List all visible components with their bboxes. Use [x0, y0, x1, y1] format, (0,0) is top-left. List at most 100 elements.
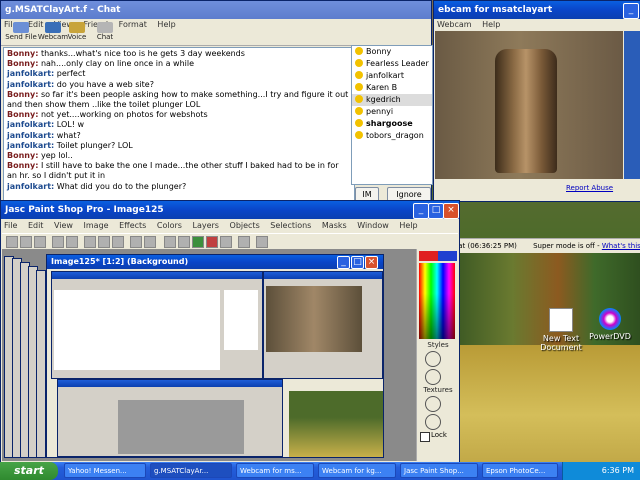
menu-view[interactable]: View: [54, 221, 73, 230]
new-file-icon[interactable]: [6, 236, 18, 248]
chat-button[interactable]: Chat: [85, 21, 125, 41]
minimize-button[interactable]: _: [413, 203, 429, 219]
menu-selections[interactable]: Selections: [270, 221, 311, 230]
image-titlebar[interactable]: Image125* [1:2] (Background): [47, 255, 383, 269]
chat-message: Bonny: thanks...what's nice too is he ge…: [7, 49, 245, 58]
report-abuse-link[interactable]: Report Abuse: [566, 184, 640, 192]
redo-icon[interactable]: [66, 236, 78, 248]
menu-help[interactable]: Help: [399, 221, 417, 230]
texture-swatch-icon[interactable]: [425, 414, 441, 430]
nested-chat-log: [54, 290, 220, 370]
user-list-item[interactable]: Fearless Leader: [352, 58, 432, 70]
text-document-icon: [549, 308, 573, 332]
minimize-button[interactable]: _: [337, 256, 350, 269]
taskbar-item[interactable]: Jasc Paint Shop...: [400, 463, 478, 478]
taskbar-item[interactable]: Webcam for kg...: [318, 463, 396, 478]
foreground-background-swatch[interactable]: [419, 251, 457, 261]
user-status-icon: [355, 131, 363, 139]
styles-swatch-icon[interactable]: [425, 369, 441, 385]
texture-swatch-icon[interactable]: [425, 396, 441, 412]
grid-icon[interactable]: [220, 236, 232, 248]
user-list-item[interactable]: Karen B: [352, 82, 432, 94]
voice-icon: [69, 22, 85, 33]
paste-icon[interactable]: [112, 236, 124, 248]
preview-icon[interactable]: [144, 236, 156, 248]
chat-message: janfolkart: Toilet plunger? LOL: [7, 140, 133, 150]
image-canvas[interactable]: [49, 271, 383, 457]
taskbar-item[interactable]: Webcam for ms...: [236, 463, 314, 478]
taskbar-item[interactable]: Yahoo! Messen...: [64, 463, 146, 478]
menu-layers[interactable]: Layers: [192, 221, 218, 230]
print-icon[interactable]: [130, 236, 142, 248]
lock-label: Lock: [431, 431, 447, 439]
menu-effects[interactable]: Effects: [119, 221, 146, 230]
taskbar: start Yahoo! Messen... g.MSATClayAr... W…: [0, 462, 640, 480]
menu-window[interactable]: Window: [357, 221, 389, 230]
user-status-icon: [355, 107, 363, 115]
menu-edit[interactable]: Edit: [28, 221, 44, 230]
menu-help[interactable]: Help: [482, 20, 500, 29]
menu-objects[interactable]: Objects: [230, 221, 260, 230]
chat-message: janfolkart: LOL! w: [7, 120, 85, 130]
browse-icon[interactable]: [164, 236, 176, 248]
user-list-item[interactable]: Bonny: [352, 46, 432, 58]
send-file-icon: [13, 22, 29, 33]
lock-checkbox[interactable]: [420, 432, 430, 442]
taskbar-item[interactable]: Epson PhotoCe...: [482, 463, 558, 478]
whats-this-link[interactable]: What's this?: [602, 242, 640, 250]
nested-psp-canvas: [118, 400, 244, 454]
user-status-icon: [355, 59, 363, 67]
histogram-icon[interactable]: [178, 236, 190, 248]
chat-titlebar[interactable]: g.MSATClayArt.f - Chat: [1, 1, 431, 19]
cut-icon[interactable]: [84, 236, 96, 248]
minimize-button[interactable]: _: [623, 3, 639, 19]
user-status-icon: [355, 47, 363, 55]
chat-log[interactable]: Bonny: thanks...what's nice too is he ge…: [3, 47, 355, 204]
user-list-item[interactable]: pennyi: [352, 106, 432, 118]
channels-icon[interactable]: [206, 236, 218, 248]
powerdvd-icon: [599, 308, 621, 330]
zoom-icon[interactable]: [238, 236, 250, 248]
chat-message: Bonny: I still have to bake the one I ma…: [7, 161, 339, 181]
nested-chat-window: [51, 271, 263, 379]
open-file-icon[interactable]: [20, 236, 32, 248]
webcam-video: [435, 31, 623, 179]
user-list-item[interactable]: janfolkart: [352, 70, 432, 82]
window-title: g.MSATClayArt.f - Chat: [5, 5, 121, 15]
tool-label: Voice: [67, 33, 87, 41]
menu-webcam[interactable]: Webcam: [437, 20, 472, 29]
undo-icon[interactable]: [52, 236, 64, 248]
psp-titlebar[interactable]: Jasc Paint Shop Pro - Image125: [1, 201, 459, 219]
taskbar-item[interactable]: g.MSATClayAr...: [150, 463, 232, 478]
clock[interactable]: 6:36 PM: [602, 466, 634, 475]
styles-swatch-icon[interactable]: [425, 351, 441, 367]
start-button[interactable]: start: [0, 462, 58, 480]
chat-user-list[interactable]: Bonny Fearless Leader janfolkart Karen B…: [351, 45, 433, 185]
close-button[interactable]: ×: [443, 203, 459, 219]
menu-colors[interactable]: Colors: [157, 221, 182, 230]
help-icon[interactable]: [256, 236, 268, 248]
chat-message: janfolkart: do you have a web site?: [7, 79, 154, 89]
tool-label: Chat: [96, 33, 114, 41]
window-title: Image125* [1:2] (Background): [51, 257, 189, 266]
menu-masks[interactable]: Masks: [322, 221, 347, 230]
nested-desktop: [289, 391, 383, 457]
maximize-button[interactable]: □: [428, 203, 444, 219]
wallpaper-field: [458, 345, 640, 462]
textures-label: Textures: [423, 386, 453, 394]
maximize-button[interactable]: □: [351, 256, 364, 269]
menu-file[interactable]: File: [4, 221, 17, 230]
user-list-item[interactable]: tobors_dragon: [352, 130, 432, 142]
user-list-item[interactable]: shargoose: [352, 118, 432, 130]
window-title: Jasc Paint Shop Pro - Image125: [5, 205, 164, 215]
copy-icon[interactable]: [98, 236, 110, 248]
menu-image[interactable]: Image: [84, 221, 109, 230]
color-balance-icon[interactable]: [192, 236, 204, 248]
save-icon[interactable]: [34, 236, 46, 248]
close-button[interactable]: ×: [365, 256, 378, 269]
webcam-window: ebcam for msatclayart _ Webcam Help: [433, 0, 640, 202]
webcam-titlebar[interactable]: ebcam for msatclayart: [434, 1, 640, 19]
user-list-item[interactable]: kgedrich: [352, 94, 432, 106]
desktop-icon-new-text-document[interactable]: New Text Document: [533, 308, 589, 352]
desktop-icon-powerdvd[interactable]: PowerDVD: [582, 308, 638, 341]
